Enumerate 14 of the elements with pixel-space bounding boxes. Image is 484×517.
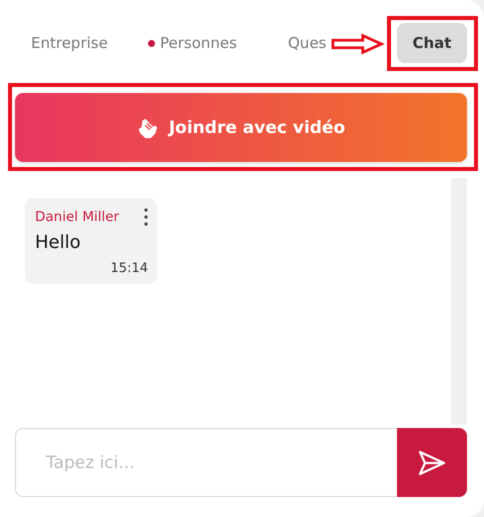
hand-icon bbox=[136, 116, 159, 138]
tab[interactable]: Chat bbox=[397, 23, 467, 63]
arrow-icon bbox=[331, 33, 387, 55]
message-input[interactable]: Tapez ici... bbox=[15, 428, 397, 497]
tab[interactable]: Personnes bbox=[148, 23, 288, 63]
send-button[interactable] bbox=[397, 428, 467, 497]
join-video-button[interactable]: Joindre avec vidéo bbox=[15, 93, 467, 162]
message-time: 15:14 bbox=[110, 261, 148, 276]
more-icon[interactable] bbox=[144, 208, 148, 226]
message-author: Daniel Miller bbox=[35, 209, 120, 225]
send-icon bbox=[418, 450, 446, 476]
tab[interactable]: Ques bbox=[288, 23, 326, 63]
tab[interactable]: Entreprise bbox=[31, 23, 148, 63]
message-text: Hello bbox=[35, 232, 82, 253]
